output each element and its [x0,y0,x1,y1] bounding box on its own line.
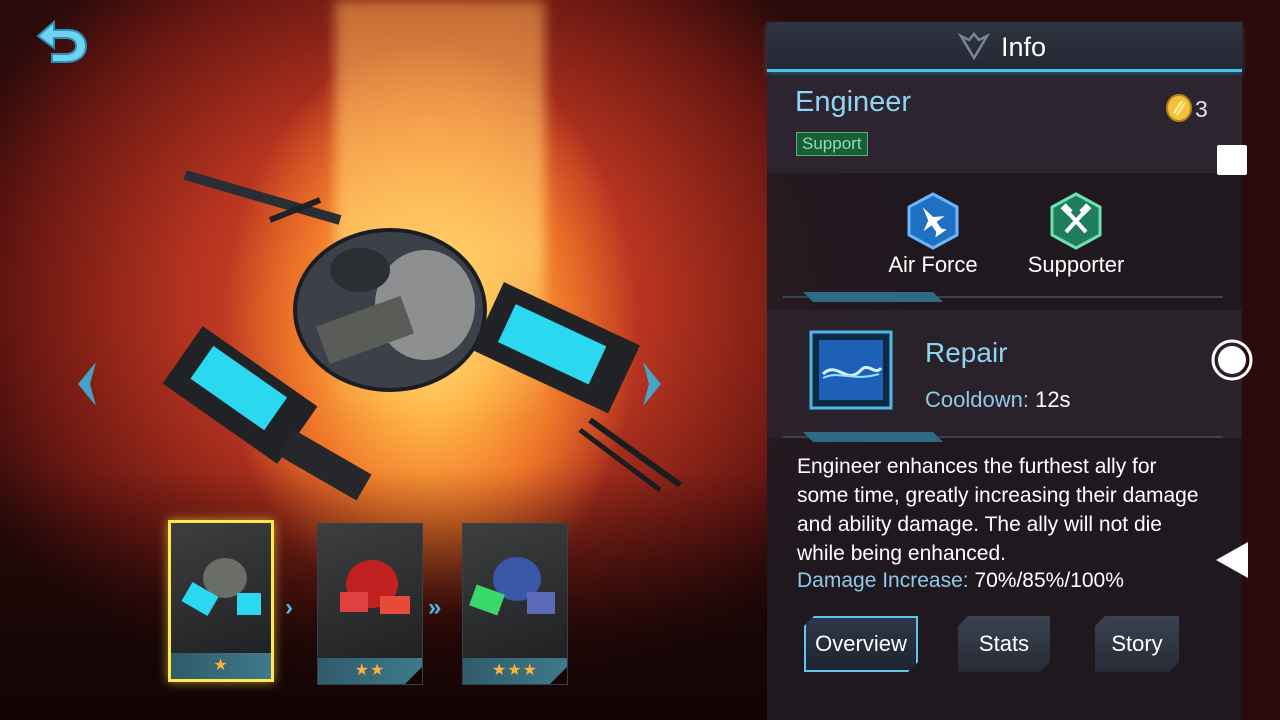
previous-hero-button[interactable] [72,360,102,408]
back-arrow-icon [36,19,88,63]
stat-label: Damage Increase: [797,569,969,592]
panel-title: Info [1001,32,1047,62]
star-rating: ★★ [318,658,422,684]
chevron-left-icon [78,362,96,406]
upgrade-double-arrow-icon: » [428,594,442,621]
trait-label: Air Force [888,252,978,277]
star-card-3[interactable]: ★★★ [462,523,568,685]
hero-name: Engineer [795,86,912,118]
skill-name: Repair [925,337,1008,368]
role-badge: Support [796,132,868,156]
recent-apps-button[interactable] [1217,145,1247,175]
skill-description: Engineer enhances the furthest ally for … [797,455,1199,565]
ship-thumbnail-3 [469,557,555,616]
section-divider [783,292,1223,302]
info-panel: Info Engineer Support 3 Air Force Suppor… [767,22,1242,720]
tab-story[interactable]: Story [1095,616,1179,672]
upgrade-arrow-icon: › [285,594,293,621]
hero-summary: Engineer Support 3 [767,75,1242,173]
tab-overview[interactable]: Overview [804,616,918,672]
ship-thumbnail-2 [340,560,410,614]
tab-stats[interactable]: Stats [958,616,1050,672]
stat-value: 70%/85%/100% [974,569,1124,592]
cooldown-label: Cooldown: [925,387,1029,412]
skill-cooldown: Cooldown: 12s [925,387,1071,413]
repair-skill-icon[interactable] [809,330,893,410]
home-circle-icon [1211,339,1253,381]
system-back-button[interactable] [1214,540,1250,580]
hammer-wrench-icon [1050,192,1102,250]
section-divider [783,432,1223,442]
jet-icon [907,192,959,250]
damage-increase-stat: Damage Increase: 70%/85%/100% [797,569,1124,593]
star-card-2[interactable]: ★★ [317,523,423,685]
star-rating: ★★★ [463,658,567,684]
home-button[interactable] [1210,338,1254,382]
panel-header: Info [767,22,1242,72]
trait-label: Supporter [1027,252,1125,277]
star-rating: ★ [171,653,271,679]
triangle-back-icon [1216,542,1248,578]
ship-thumbnail-1 [181,558,261,617]
star-card-1[interactable]: ★ [168,520,274,682]
trait-air-force[interactable]: Air Force [863,192,1003,278]
back-button[interactable] [30,16,92,68]
cooldown-value: 12s [1035,387,1071,412]
skill-section: Repair Cooldown: 12s [767,310,1242,438]
trait-supporter[interactable]: Supporter [1006,192,1146,278]
wings-emblem-icon [957,32,991,60]
engineer-ship-model [162,170,682,501]
